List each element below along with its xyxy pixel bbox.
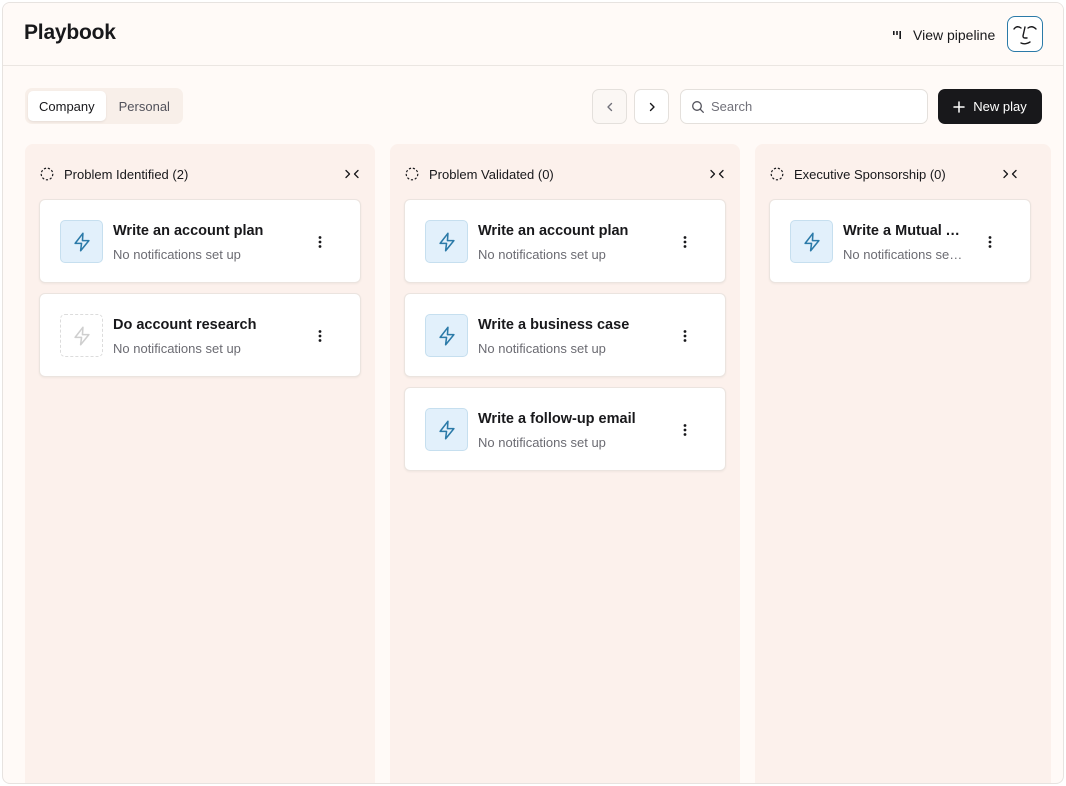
search-icon [692,100,704,113]
play-icon-tile [425,314,468,357]
play-icon-tile [790,220,833,263]
column-header: Problem Identified (2) [40,164,360,184]
play-card[interactable]: Do account research No notifications set… [39,293,361,377]
search-box [680,89,928,124]
card-title: Write a business case [478,317,630,333]
avatar[interactable] [1007,16,1043,52]
column-title: Executive Sponsorship (0) [794,166,946,182]
card-title: Write an account plan [113,223,264,239]
vertical-dots-icon [683,424,687,436]
next-button[interactable] [634,89,669,124]
previous-button[interactable] [592,89,627,124]
play-icon-tile [425,408,468,451]
pipeline-bars-icon [893,31,901,39]
lightning-icon [438,232,455,251]
chevron-left-icon [606,102,612,111]
card-subtitle: No notifications set up [113,247,241,262]
card-subtitle: No notifications set up [113,341,241,356]
more-menu-button[interactable] [310,326,330,346]
column-executive-sponsorship: Executive Sponsorship (0) Write a Mutual… [755,144,1051,783]
play-card[interactable]: Write a business case No notifications s… [404,293,726,377]
more-menu-button[interactable] [310,232,330,252]
lightning-icon [73,232,90,251]
search-input[interactable] [711,99,911,114]
lightning-icon [73,326,90,345]
new-play-button[interactable]: New play [938,89,1042,124]
vertical-dots-icon [318,236,322,248]
chevron-right-icon [649,102,655,111]
card-title: Do account research [113,317,257,333]
collapse-horizontal-icon[interactable] [344,166,360,182]
app-window: Playbook View pipeline Company Personal [2,2,1064,784]
more-menu-button[interactable] [675,420,695,440]
column-problem-validated: Problem Validated (0) Write an account p… [390,144,740,783]
scope-toggle: Company Personal [25,88,183,124]
toolbar: Company Personal New play [3,67,1063,143]
tab-personal[interactable]: Personal [108,91,181,121]
collapse-horizontal-icon[interactable] [709,166,725,182]
vertical-dots-icon [683,236,687,248]
lightning-icon [438,420,455,439]
play-icon-tile [60,220,103,263]
column-title: Problem Identified (2) [64,166,189,182]
vertical-dots-icon [318,330,322,342]
card-subtitle: No notifications set up [843,247,965,262]
column-header: Executive Sponsorship (0) [770,164,1036,184]
card-subtitle: No notifications set up [478,247,606,262]
card-title: Write an account plan [478,223,629,239]
more-menu-button[interactable] [675,326,695,346]
card-subtitle: No notifications set up [478,341,606,356]
vertical-dots-icon [683,330,687,342]
column-title: Problem Validated (0) [429,166,554,182]
card-title: Write a follow-up email [478,411,636,427]
lightning-icon [803,232,820,251]
play-card[interactable]: Write a Mutual Action Plan No notificati… [769,199,1031,283]
plus-icon [953,100,966,113]
view-pipeline-button[interactable]: View pipeline [891,24,995,46]
face-logo-icon [1013,26,1037,45]
lightning-icon [438,326,455,345]
play-card[interactable]: Write an account plan No notifications s… [404,199,726,283]
more-menu-button[interactable] [980,232,1000,252]
card-title: Write a Mutual Action Plan [843,223,965,239]
column-problem-identified: Problem Identified (2) Write an account … [25,144,375,783]
page-header: Playbook View pipeline [3,3,1063,66]
play-card[interactable]: Write an account plan No notifications s… [39,199,361,283]
dashed-circle-icon [405,167,419,181]
dashed-circle-icon [770,167,784,181]
play-icon-tile [60,314,103,357]
play-icon-tile [425,220,468,263]
vertical-dots-icon [988,236,992,248]
more-menu-button[interactable] [675,232,695,252]
collapse-horizontal-icon[interactable] [1002,166,1018,182]
play-card[interactable]: Write a follow-up email No notifications… [404,387,726,471]
card-subtitle: No notifications set up [478,435,606,450]
view-pipeline-label: View pipeline [913,27,996,43]
page-title: Playbook [24,21,116,44]
tab-company[interactable]: Company [28,91,106,121]
dashed-circle-icon [40,167,54,181]
new-play-label: New play [973,99,1027,114]
column-header: Problem Validated (0) [405,164,725,184]
